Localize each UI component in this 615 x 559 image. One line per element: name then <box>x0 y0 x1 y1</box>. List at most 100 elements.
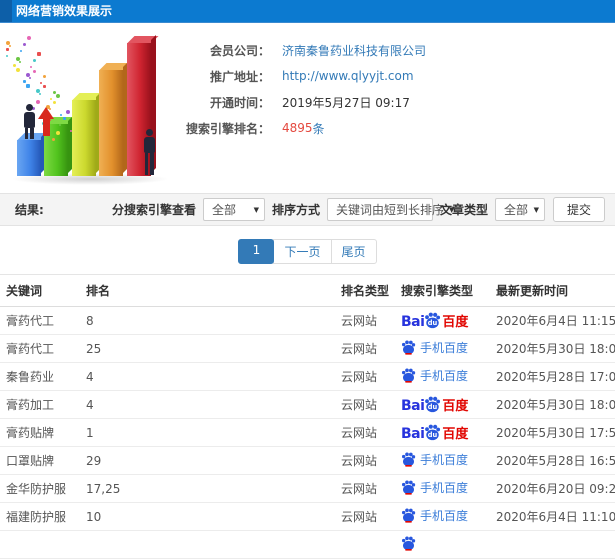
table-row: 秦鲁药业 4 云网站 手机百度 2020年5月28日 17:02 <box>0 362 615 391</box>
confetti-dot <box>39 92 42 95</box>
mobile-baidu-paw-icon <box>402 452 416 467</box>
rank-link[interactable]: 4 <box>80 362 335 391</box>
person-torso <box>23 112 35 128</box>
confetti-dot <box>19 50 22 53</box>
confetti-dot <box>23 43 27 47</box>
keyword-cell: 口罩贴牌 <box>0 446 80 475</box>
info-label: 会员公司： <box>209 43 270 58</box>
table-row: 膏药代工 8 云网站 Bai du 百度 2020年6月4日 11:15 <box>0 306 615 335</box>
updated-cell: 2020年5月30日 17:58 <box>490 418 615 447</box>
filter-select[interactable]: 全部 ▼ <box>202 198 265 221</box>
rank-link <box>80 530 335 559</box>
person-leg <box>30 128 34 139</box>
updated-cell <box>490 530 615 559</box>
filter-label: 排序方式 <box>271 203 320 217</box>
updated-cell: 2020年6月20日 09:25 <box>490 474 615 503</box>
confetti-dot <box>53 90 57 94</box>
arrow-stem <box>42 119 50 136</box>
rank-link[interactable]: 10 <box>80 502 335 531</box>
rank-link[interactable]: 17,25 <box>80 474 335 503</box>
filter-select[interactable]: 全部 ▼ <box>494 198 545 221</box>
mobile-baidu-paw-icon <box>402 340 416 355</box>
baidu-mobile-text: 手机百度 <box>420 341 469 355</box>
table-row: 金华防护服 17,25 云网站 手机百度 2020年6月20日 09:25 <box>0 474 615 503</box>
info-row: 开通时间： 2019年5月27日 09:17 <box>178 89 608 115</box>
filter-bar: 结果: 分搜索引擎查看 全部 ▼ 排序方式 关键词由短到长排序 ▼ 文章类型 全部 ▼ 提交 <box>0 193 615 226</box>
updated-cell: 2020年5月28日 17:02 <box>490 362 615 391</box>
rank-link[interactable]: 29 <box>80 446 335 475</box>
mobile-baidu-paw-icon <box>402 480 416 495</box>
keyword-cell: 膏药贴牌 <box>0 418 80 447</box>
arrow-head <box>38 107 54 119</box>
baidu-mobile-logo <box>401 536 416 551</box>
confetti-dot <box>42 85 46 89</box>
confetti-dot <box>66 110 71 115</box>
confetti-dot <box>9 44 12 47</box>
keyword-cell: 膏药代工 <box>0 306 80 335</box>
confetti-dot <box>56 94 61 99</box>
table-row <box>0 530 615 559</box>
mobile-baidu-paw-icon <box>402 536 416 551</box>
baidu-mobile-logo: 手机百度 <box>401 479 468 496</box>
page-button[interactable]: 尾页 <box>330 239 377 264</box>
keyword-results-table: 关键词 排名 排名类型 搜索引擎类型 最新更新时间 膏药代工 8 云网站 Bai du 百度 202… <box>0 274 615 559</box>
confetti-dot <box>36 51 41 56</box>
engine-cell: 手机百度 <box>395 474 490 503</box>
person-legs <box>141 153 157 175</box>
businessman-on-bar <box>21 104 37 139</box>
table-row: 膏药加工 4 云网站 Bai du 百度 2020年5月30日 18:03 <box>0 390 615 419</box>
rank-type-cell: 云网站 <box>335 502 395 531</box>
baidu-bai-text: Bai <box>401 398 425 414</box>
info-value: 4895 <box>282 121 313 135</box>
info-value-link[interactable]: 济南秦鲁药业科技有限公司 <box>282 42 426 59</box>
baidu-mobile-text: 手机百度 <box>420 453 469 467</box>
table-row: 膏药代工 25 云网站 手机百度 2020年5月30日 18:06 <box>0 334 615 363</box>
filter-select-value: 关键词由短到长排序 <box>335 203 444 217</box>
page-button-current[interactable]: 1 <box>238 239 275 264</box>
baidu-mobile-logo: 手机百度 <box>401 451 468 468</box>
engine-cell: 手机百度 <box>395 334 490 363</box>
confetti-dot <box>26 36 31 41</box>
rank-type-cell: 云网站 <box>335 418 395 447</box>
rank-link[interactable]: 1 <box>80 418 335 447</box>
keyword-cell: 金华防护服 <box>0 474 80 503</box>
chevron-down-icon: ▼ <box>533 205 539 214</box>
page-button[interactable]: 下一页 <box>273 239 332 264</box>
bar-chart-clipart <box>5 33 177 185</box>
filter-label: 文章类型 <box>439 203 488 217</box>
person-legs <box>21 128 37 139</box>
person-leg <box>150 153 154 175</box>
submit-button[interactable]: 提交 <box>552 197 605 222</box>
filter-select-value: 全部 <box>503 203 528 217</box>
info-value: 2019年5月27日 09:17 <box>282 95 410 110</box>
page-title: 网络营销效果展示 <box>16 4 113 18</box>
info-value-suffix: 条 <box>312 121 325 136</box>
keyword-cell <box>0 530 80 559</box>
rank-type-cell <box>335 530 395 559</box>
baidu-du-text: du <box>428 319 438 327</box>
filter-select[interactable]: 关键词由短到长排序 ▼ <box>326 198 454 221</box>
baidu-paw-icon: du <box>425 424 441 441</box>
filter-groups: 分搜索引擎查看 全部 ▼ 排序方式 关键词由短到长排序 ▼ 文章类型 全部 ▼ <box>112 198 545 221</box>
hero-section: 会员公司： 济南秦鲁药业科技有限公司 推广地址： http://www.qlyyjt.… <box>0 23 615 192</box>
column-header: 搜索引擎类型 <box>395 274 490 307</box>
engine-cell: 手机百度 <box>395 362 490 391</box>
confetti-dot <box>43 74 47 78</box>
rank-link[interactable]: 4 <box>80 390 335 419</box>
confetti-dot <box>29 76 32 79</box>
table-row: 膏药贴牌 1 云网站 Bai du 百度 2020年5月30日 17:58 <box>0 418 615 447</box>
rank-link[interactable]: 8 <box>80 306 335 335</box>
baidu-pc-logo: Bai du 百度 <box>401 312 468 329</box>
info-label: 开通时间： <box>209 95 270 110</box>
engine-cell: Bai du 百度 <box>395 390 490 419</box>
baidu-paw-icon: du <box>425 312 441 329</box>
confetti-dot <box>6 55 8 58</box>
rank-link[interactable]: 25 <box>80 334 335 363</box>
confetti-dot <box>15 67 20 72</box>
keyword-cell: 膏药代工 <box>0 334 80 363</box>
baidu-pc-logo: Bai du 百度 <box>401 396 468 413</box>
baidu-mobile-text: 手机百度 <box>420 509 469 523</box>
updated-cell: 2020年5月30日 18:06 <box>490 334 615 363</box>
info-value-link[interactable]: http://www.qlyyjt.com <box>282 69 414 83</box>
person-head <box>145 129 153 136</box>
